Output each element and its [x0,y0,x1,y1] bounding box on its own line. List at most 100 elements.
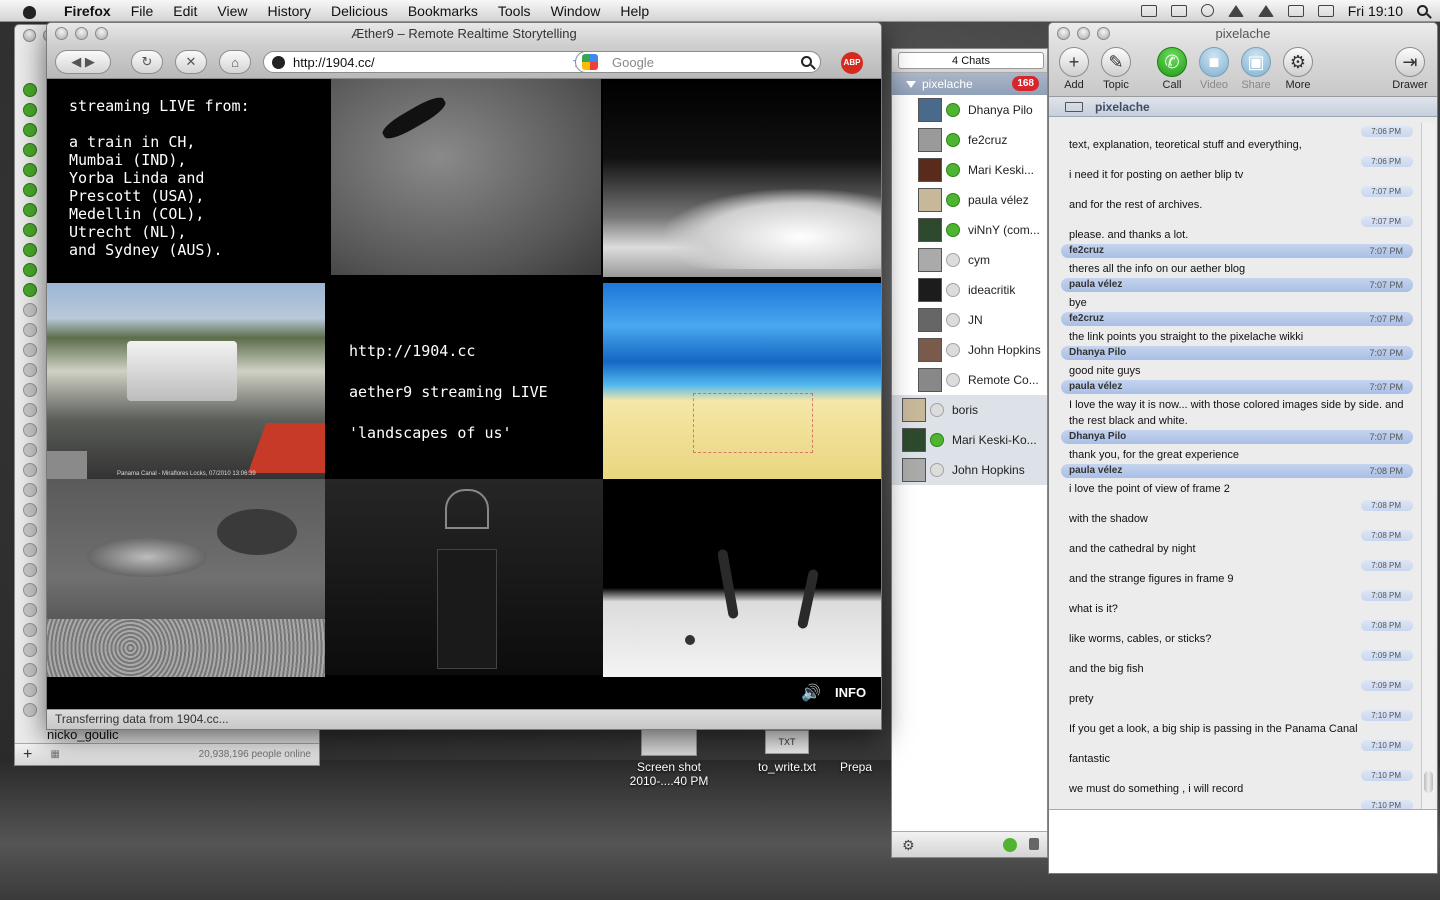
url-text[interactable]: http://1904.cc/ [293,55,375,70]
message-text: please. and thanks a lot. [1069,229,1189,241]
google-icon[interactable] [582,54,598,70]
menu-tools[interactable]: Tools [488,3,541,19]
video-frame-2-shadow[interactable] [331,79,601,275]
drawer-button[interactable]: ⇥ Drawer [1387,47,1433,91]
menu-help[interactable]: Help [610,3,659,19]
message-time-bar: 7:06 PM [1061,123,1413,137]
site-identity-icon[interactable] [272,55,285,69]
chat-member-row[interactable]: Remote Co... [892,365,1047,395]
message-time: 7:07 PM [1369,348,1403,358]
reload-button[interactable]: ↻ [131,50,163,74]
window-close-button[interactable] [23,29,36,42]
message-time: 7:07 PM [1369,382,1403,392]
topic-button[interactable]: ✎ Topic [1093,47,1139,91]
window-zoom-button[interactable] [95,27,108,40]
chat-member-row[interactable]: viNnY (com... [892,215,1047,245]
search-placeholder[interactable]: Google [612,55,654,70]
video-frame-6-beach[interactable] [603,283,881,479]
chat-member-row[interactable]: JN [892,305,1047,335]
battery-icon[interactable] [1317,4,1334,17]
time-machine-icon[interactable] [1200,4,1214,17]
menubar-clock[interactable]: Fri 19:10 [1348,3,1403,19]
menu-app-firefox[interactable]: Firefox [54,3,121,19]
window-minimize-button[interactable] [75,27,88,40]
video-frame-9-worms[interactable] [603,479,881,677]
back-arrow-icon[interactable]: ◀ [71,54,81,70]
window-close-button[interactable] [1057,27,1070,40]
spaces-icon[interactable] [1140,4,1157,17]
chat-member-row[interactable]: Mari Keski... [892,155,1047,185]
volume-icon[interactable]: 🔊 [801,683,821,703]
scrollbar-thumb[interactable] [1424,771,1433,793]
chat-conversation-row[interactable]: John Hopkins [892,455,1047,485]
video-button[interactable]: ■ Video [1191,47,1237,91]
chat-conversation-row[interactable]: Mari Keski-Ko... [892,425,1047,455]
url-bar[interactable]: http://1904.cc/ ☆ [263,51,609,73]
chat-member-name: Remote Co... [968,373,1039,387]
disclosure-triangle-icon[interactable] [906,81,916,88]
chat-member-row[interactable]: Dhanya Pilo [892,95,1047,125]
message-sender-bar: paula vélez 7:07 PM [1061,380,1413,394]
video-frame-7-fish[interactable] [47,479,325,677]
offline-status-icon [23,483,37,497]
menu-delicious[interactable]: Delicious [321,3,398,19]
stop-button[interactable]: ✕ [175,50,207,74]
search-icon[interactable] [801,56,812,67]
display-icon[interactable] [1170,4,1187,17]
apple-menu-icon[interactable] [20,3,40,19]
chat-member-row[interactable]: cym [892,245,1047,275]
add-contact-icon[interactable]: + [23,746,32,764]
window-close-button[interactable] [55,27,68,40]
message-text: and the strange figures in frame 9 [1069,573,1234,585]
forward-arrow-icon[interactable]: ▶ [85,54,95,70]
dialpad-icon[interactable]: ▦ [50,749,59,760]
call-button[interactable]: ✆ Call [1149,47,1195,91]
lock-icon[interactable] [1029,838,1039,850]
home-button[interactable]: ⌂ [219,50,251,74]
menu-bookmarks[interactable]: Bookmarks [398,3,488,19]
back-forward-button[interactable]: ◀ ▶ [55,50,111,74]
video-frame-8-cathedral[interactable] [325,479,603,675]
chat-member-row[interactable]: John Hopkins [892,335,1047,365]
adblock-plus-icon[interactable]: ABP [841,52,863,74]
chat-message: 7:08 PM and the strange figures in frame … [1061,557,1413,587]
gear-icon[interactable]: ⚙ [902,837,915,854]
chat-member-row[interactable]: fe2cruz [892,125,1047,155]
menu-edit[interactable]: Edit [163,3,207,19]
add-button[interactable]: + Add [1051,47,1097,91]
menu-window[interactable]: Window [541,3,611,19]
wifi-icon[interactable] [1257,4,1274,17]
desktop-file-to-write[interactable]: TXT to_write.txt [732,730,842,774]
online-status-icon [23,263,37,277]
info-button[interactable]: INFO [835,685,866,700]
chat-member-row[interactable]: paula vélez [892,185,1047,215]
chats-group-header[interactable]: pixelache 168 [892,73,1047,95]
bluetooth-icon[interactable] [1227,4,1244,17]
online-status-icon [23,243,37,257]
desktop-file-screenshot[interactable]: Screen shot 2010-....40 PM [614,720,724,788]
online-status-icon[interactable] [1003,838,1017,852]
message-time: 7:10 PM [1361,740,1413,751]
chat-member-row[interactable]: ideacritik [892,275,1047,305]
menu-file[interactable]: File [121,3,164,19]
window-minimize-button[interactable] [1077,27,1090,40]
video-frame-3-clouds[interactable] [603,79,881,277]
menu-view[interactable]: View [207,3,257,19]
menu-history[interactable]: History [257,3,321,19]
offline-status-icon [23,703,37,717]
chats-dropdown[interactable]: 4 Chats [898,52,1044,69]
chat-message: 7:07 PM please. and thanks a lot. [1061,213,1413,243]
video-frame-4-panama-canal[interactable]: Panama Canal - Miraflores Locks, 07/2010… [47,283,325,479]
search-bar[interactable]: Google [575,51,821,73]
message-input[interactable] [1049,809,1437,873]
share-button[interactable]: ▣ Share [1233,47,1279,91]
cloud-shape [663,189,881,269]
chat-conversation-row[interactable]: boris [892,395,1047,425]
more-button[interactable]: ⚙ More [1275,47,1321,91]
spotlight-icon[interactable] [1417,5,1428,16]
calendar-icon[interactable] [1287,4,1304,17]
pencil-icon: ✎ [1101,47,1131,77]
window-zoom-button[interactable] [1097,27,1110,40]
message-scrollbar[interactable] [1421,123,1435,823]
conversation-name: pixelache [1095,100,1150,114]
